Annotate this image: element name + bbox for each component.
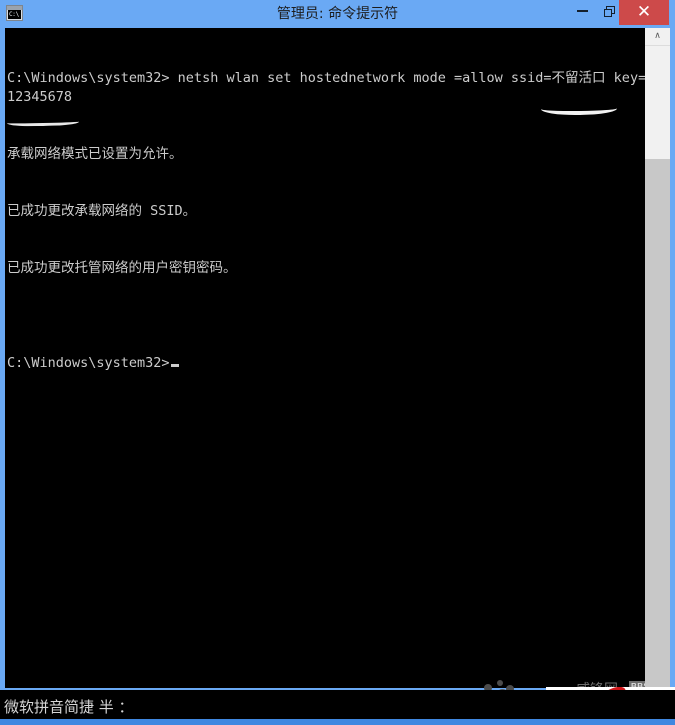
close-button[interactable]: ✕: [619, 0, 669, 25]
restore-icon: [603, 5, 615, 17]
console-prompt-line: C:\Windows\system32>: [7, 354, 647, 373]
scroll-up-icon[interactable]: ∧: [645, 28, 670, 45]
console-output-area[interactable]: C:\Windows\system32> netsh wlan set host…: [5, 28, 670, 712]
console-line: 已成功更改托管网络的用户密钥密码。: [7, 260, 237, 276]
console-text: C:\Windows\system32> netsh wlan set host…: [5, 31, 647, 411]
console-prompt: C:\Windows\system32>: [7, 355, 170, 371]
scrollbar-thumb[interactable]: [645, 45, 670, 160]
title-bar[interactable]: C:\ 管理员: 命令提示符 ✕: [0, 0, 675, 28]
close-icon: ✕: [636, 2, 652, 22]
scrollbar-track[interactable]: [645, 159, 670, 688]
console-scrollbar[interactable]: ∧: [645, 28, 670, 688]
command-prompt-window: C:\ 管理员: 命令提示符 ✕ C:\Windows\system32> ne…: [0, 0, 675, 725]
text-cursor: [170, 364, 179, 367]
ime-status-text: 微软拼音简捷 半 ：: [4, 698, 134, 716]
console-line: 已成功更改承载网络的 SSID。: [7, 203, 197, 219]
console-line: C:\Windows\system32> netsh wlan set host…: [7, 70, 647, 105]
minimize-icon: [576, 10, 588, 12]
console-line: 承载网络模式已设置为允许。: [7, 146, 183, 162]
window-bottom-edge: [0, 719, 675, 725]
